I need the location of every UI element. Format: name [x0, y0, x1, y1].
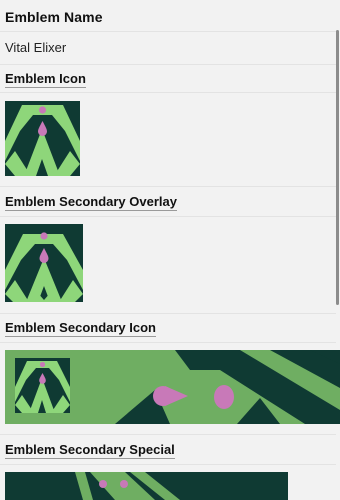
emblem-detail-page: Emblem Name Vital Elixer Emblem Icon Emb… — [0, 0, 340, 500]
divider — [0, 464, 336, 465]
emblem-secondary-icon-heading: Emblem Secondary Icon — [5, 320, 156, 337]
divider — [0, 186, 336, 187]
emblem-icon-image — [5, 101, 80, 176]
divider — [0, 31, 336, 32]
divider — [0, 434, 336, 435]
emblem-secondary-special-image — [5, 472, 288, 500]
divider — [0, 64, 336, 65]
divider — [0, 342, 336, 343]
divider — [0, 92, 336, 93]
scrollbar[interactable] — [336, 30, 339, 305]
emblem-secondary-overlay-heading: Emblem Secondary Overlay — [5, 194, 177, 211]
emblem-name-value: Vital Elixer — [5, 40, 67, 55]
emblem-icon-heading: Emblem Icon — [5, 71, 86, 88]
emblem-secondary-special-heading: Emblem Secondary Special — [5, 442, 175, 459]
divider — [0, 216, 336, 217]
divider — [0, 313, 336, 314]
emblem-secondary-icon-image — [5, 350, 340, 424]
emblem-name-heading: Emblem Name — [5, 9, 103, 25]
emblem-secondary-overlay-image — [5, 224, 83, 302]
